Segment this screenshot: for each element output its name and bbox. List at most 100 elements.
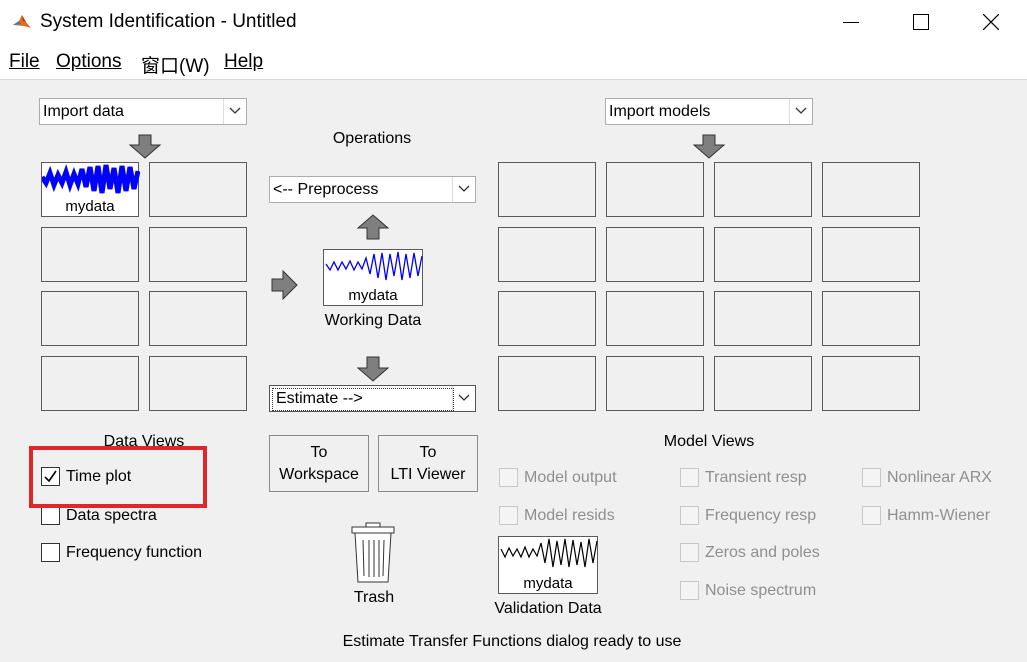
working-data-slot[interactable]: mydata [323,249,423,306]
matlab-icon [12,12,32,32]
model-resids-label: Model resids [524,507,615,524]
model-slot-empty[interactable] [498,291,596,346]
model-output-label: Model output [524,469,617,486]
minimize-icon [843,22,859,23]
frequency-resp-label: Frequency resp [705,507,817,524]
import-data-select[interactable]: Import data [39,98,247,125]
menu-file-label: File [9,51,40,72]
model-slot-empty[interactable] [606,227,704,282]
arrow-right-icon [271,270,298,300]
window-title: System Identification - Untitled [40,11,297,32]
model-slot-empty[interactable] [606,291,704,346]
arrow-down-icon [356,356,390,382]
model-views-title: Model Views [663,433,755,450]
menu-file[interactable]: File [9,51,40,73]
hamm-wiener-checkbox[interactable]: Hamm-Wiener [862,506,1022,528]
checkbox-box [862,468,881,487]
data-signal-thumbnail [42,164,140,194]
minimize-button[interactable] [817,0,885,44]
working-data-caption: Working Data [324,312,422,329]
data-slot-mydata[interactable]: mydata [41,162,140,217]
data-spectra-checkbox[interactable]: Data spectra [41,506,201,528]
to-lti-viewer-line1: To [419,444,437,461]
validation-data-caption: Validation Data [494,600,602,617]
transient-resp-checkbox[interactable]: Transient resp [680,468,840,490]
checkbox-box [41,506,60,525]
nonlinear-arx-checkbox[interactable]: Nonlinear ARX [862,468,1022,490]
to-workspace-line2: Workspace [279,466,359,483]
data-slot-empty[interactable] [41,227,139,282]
transient-resp-label: Transient resp [705,469,807,486]
model-output-checkbox[interactable]: Model output [499,468,659,490]
import-models-select[interactable]: Import models [605,98,813,125]
menu-help-label: Help [224,51,264,72]
checkbox-box [680,543,699,562]
to-workspace-button[interactable]: To Workspace [269,435,369,492]
frequency-function-checkbox[interactable]: Frequency function [41,543,221,565]
arrow-down-icon [692,134,726,159]
menu-options[interactable]: Options [56,51,121,73]
to-lti-viewer-button[interactable]: To LTI Viewer [378,435,478,492]
data-slot-empty[interactable] [149,291,247,346]
zeros-and-poles-checkbox[interactable]: Zeros and poles [680,543,840,565]
working-data-label: mydata [348,287,398,304]
menu-bar: File Options 窗口(W) Help [0,44,1027,80]
close-button[interactable] [957,0,1025,44]
model-slot-empty[interactable] [606,356,704,411]
preprocess-select[interactable]: <-- Preprocess [269,176,476,203]
model-slot-empty[interactable] [822,162,920,217]
menu-window-label: 窗口(W) [141,56,210,77]
data-slot-empty[interactable] [149,227,247,282]
model-slot-empty[interactable] [822,291,920,346]
trash-icon[interactable] [350,522,396,584]
data-spectra-label: Data spectra [66,507,157,524]
chevron-down-icon [452,386,475,411]
data-slot-empty[interactable] [149,356,247,411]
model-slot-empty[interactable] [714,227,812,282]
model-resids-checkbox[interactable]: Model resids [499,506,659,528]
checkbox-box [680,581,699,600]
focus-outline [272,388,454,411]
model-slot-empty[interactable] [498,356,596,411]
noise-spectrum-label: Noise spectrum [705,582,817,599]
chevron-down-icon [452,177,475,202]
to-workspace-line1: To [310,444,328,461]
operations-title: Operations [332,130,412,147]
import-data-select-value: Import data [43,103,124,120]
checkbox-box [680,506,699,525]
to-lti-viewer-line2: LTI Viewer [390,466,466,483]
arrow-down-icon [128,134,162,159]
data-slot-empty[interactable] [41,291,139,346]
close-icon [983,14,999,30]
model-slot-empty[interactable] [606,162,704,217]
chevron-down-icon [789,99,812,124]
checkbox-box [680,468,699,487]
validation-data-slot[interactable]: mydata [498,536,598,594]
checkbox-box [499,506,518,525]
nonlinear-arx-label: Nonlinear ARX [887,469,992,486]
trash-label: Trash [353,589,395,606]
frequency-resp-checkbox[interactable]: Frequency resp [680,506,840,528]
menu-help[interactable]: Help [224,51,263,73]
chevron-down-icon [223,99,246,124]
model-slot-empty[interactable] [714,162,812,217]
model-slot-empty[interactable] [714,356,812,411]
maximize-button[interactable] [887,0,955,44]
data-slot-empty[interactable] [41,356,139,411]
data-slot-label: mydata [65,198,115,215]
checkbox-box [499,468,518,487]
estimate-select[interactable]: Estimate --> [269,385,476,412]
model-slot-empty[interactable] [498,227,596,282]
data-slot-empty[interactable] [149,162,247,217]
noise-spectrum-checkbox[interactable]: Noise spectrum [680,581,840,603]
model-slot-empty[interactable] [714,291,812,346]
preprocess-select-value: <-- Preprocess [273,181,379,198]
arrow-up-icon [356,214,390,240]
model-slot-empty[interactable] [498,162,596,217]
model-slot-empty[interactable] [822,356,920,411]
checkbox-box [862,506,881,525]
model-slot-empty[interactable] [822,227,920,282]
frequency-function-label: Frequency function [66,544,203,561]
hamm-wiener-label: Hamm-Wiener [887,507,991,524]
menu-window[interactable]: 窗口(W) [141,51,210,78]
